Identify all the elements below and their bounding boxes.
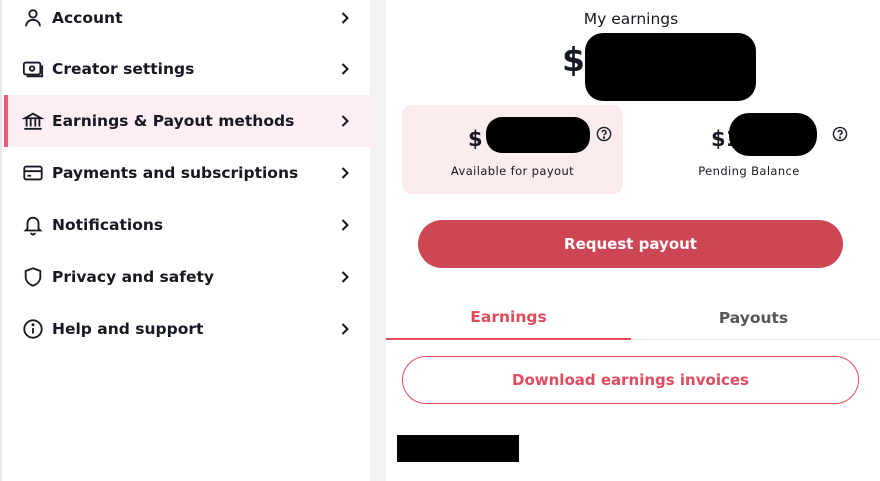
redacted-available-amount xyxy=(486,117,590,153)
earnings-panel: My earnings $ $ Available for payout $1 … xyxy=(386,0,880,481)
sidebar-item-label: Help and support xyxy=(52,320,204,338)
info-icon xyxy=(22,318,44,340)
chevron-right-icon xyxy=(341,323,349,335)
chevron-right-icon xyxy=(341,271,349,283)
bank-icon xyxy=(22,110,44,132)
chevron-right-icon xyxy=(341,167,349,179)
tab-divider xyxy=(631,339,880,340)
sidebar-item-label: Account xyxy=(52,9,123,27)
sidebar-item-help-support[interactable]: Help and support xyxy=(4,303,372,355)
redacted-pending-amount xyxy=(729,113,817,156)
sidebar-item-notifications[interactable]: Notifications xyxy=(4,199,372,251)
chevron-right-icon xyxy=(341,12,349,24)
available-payout-label: Available for payout xyxy=(450,164,575,178)
tab-earnings[interactable]: Earnings xyxy=(386,296,631,340)
help-icon[interactable] xyxy=(596,126,612,142)
tab-payouts[interactable]: Payouts xyxy=(631,296,876,340)
sidebar-item-label: Creator settings xyxy=(52,60,195,78)
redacted-total-earnings xyxy=(585,33,756,101)
bell-icon xyxy=(22,214,44,236)
chevron-right-icon xyxy=(341,115,349,127)
card-icon xyxy=(22,162,44,184)
sidebar-item-account[interactable]: Account xyxy=(4,0,372,44)
redacted-content xyxy=(397,435,519,462)
sidebar-item-creator-settings[interactable]: Creator settings xyxy=(4,43,372,95)
shield-icon xyxy=(22,266,44,288)
chevron-right-icon xyxy=(341,63,349,75)
sidebar-item-privacy-safety[interactable]: Privacy and safety xyxy=(4,251,372,303)
settings-sidebar: Account Creator settings Earnings & Payo… xyxy=(0,0,372,481)
request-payout-button[interactable]: Request payout xyxy=(418,220,843,268)
sidebar-item-label: Notifications xyxy=(52,216,164,234)
page-title: My earnings xyxy=(583,10,679,28)
available-payout-card: $ Available for payout xyxy=(402,105,623,194)
person-icon xyxy=(22,7,44,29)
sidebar-item-label: Earnings & Payout methods xyxy=(52,112,295,130)
money-icon xyxy=(22,58,44,80)
total-earnings-currency: $ xyxy=(562,40,585,79)
sidebar-item-label: Payments and subscriptions xyxy=(52,164,299,182)
sidebar-item-label: Privacy and safety xyxy=(52,268,215,286)
sidebar-item-earnings-payout[interactable]: Earnings & Payout methods xyxy=(4,95,372,147)
sidebar-item-payments-subscriptions[interactable]: Payments and subscriptions xyxy=(4,147,372,199)
help-icon[interactable] xyxy=(832,126,848,142)
download-invoices-button[interactable]: Download earnings invoices xyxy=(402,356,859,404)
chevron-right-icon xyxy=(341,219,349,231)
available-currency: $ xyxy=(468,127,483,151)
pending-balance-label: Pending Balance xyxy=(698,164,800,178)
